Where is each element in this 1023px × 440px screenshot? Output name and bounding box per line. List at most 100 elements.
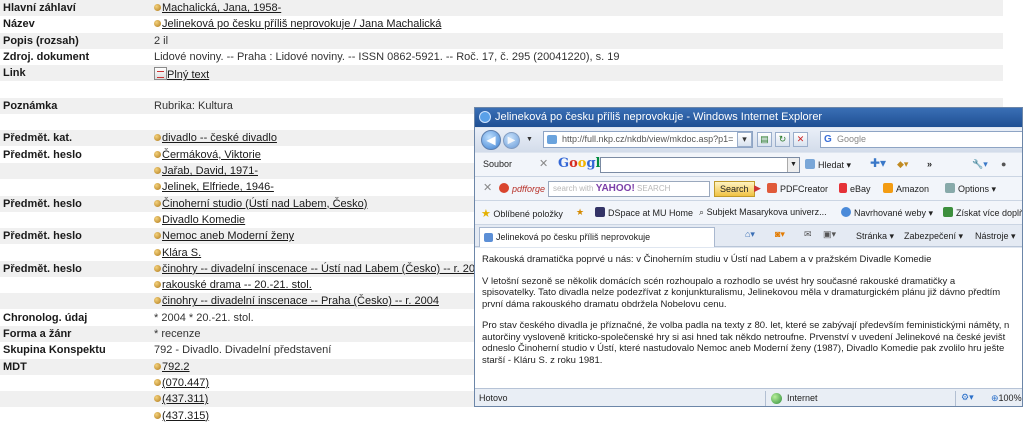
protected-mode-icon[interactable]: ⚙▾ bbox=[961, 392, 974, 403]
wrench-icon[interactable]: 🔧▾ bbox=[972, 159, 988, 170]
zoom-level[interactable]: ⊕100% bbox=[991, 393, 1022, 404]
field-label: Předmět. heslo bbox=[3, 197, 82, 210]
ebay-icon bbox=[839, 183, 847, 193]
refresh-icon[interactable]: ↻ bbox=[775, 132, 790, 147]
field-value: 792 - Divadlo. Divadelní představení bbox=[154, 344, 332, 357]
record-link[interactable]: činohry -- divadelní inscenace -- Ústí n… bbox=[162, 263, 487, 275]
field-value: 792.2 bbox=[154, 361, 190, 373]
record-link[interactable]: (070.447) bbox=[162, 377, 209, 389]
compatibility-icon[interactable]: ▤ bbox=[757, 132, 772, 147]
file-menu[interactable]: Soubor bbox=[483, 159, 512, 169]
record-link[interactable]: Machalická, Jana, 1958- bbox=[162, 2, 281, 14]
amazon-button[interactable]: Amazon bbox=[883, 183, 929, 194]
document-icon[interactable] bbox=[154, 67, 167, 81]
bullet-icon bbox=[154, 232, 161, 240]
favorites-button[interactable]: ★ Oblíbené položky bbox=[481, 207, 563, 220]
more-tools-button[interactable]: » bbox=[927, 159, 932, 169]
pdfforge-icon bbox=[499, 183, 509, 193]
favorite-link-suggested-sites[interactable]: Navrhované weby ▾ bbox=[841, 207, 933, 219]
favorite-link-subjekt[interactable]: ⌕ Subjekt Masarykova univerz... bbox=[699, 207, 827, 218]
field-value: (070.447) bbox=[154, 377, 209, 389]
bullet-icon bbox=[154, 150, 161, 158]
record-link[interactable]: Jařab, David, 1971- bbox=[162, 165, 258, 177]
record-link[interactable]: rakouské drama -- 20.-21. stol. bbox=[162, 279, 312, 291]
feeds-icon[interactable]: ◙▾ bbox=[775, 229, 785, 240]
record-link[interactable]: divadlo -- české divadlo bbox=[162, 132, 277, 144]
add-favorite-icon[interactable]: ★ bbox=[576, 207, 584, 218]
close-toolbar-icon[interactable]: ✕ bbox=[483, 181, 492, 194]
record-link[interactable]: Divadlo Komedie bbox=[162, 214, 245, 226]
field-value: Jelineková po česku příliš neprovokuje /… bbox=[154, 18, 441, 30]
bullet-icon bbox=[154, 362, 161, 370]
status-text: Hotovo bbox=[479, 393, 508, 403]
record-row: (437.315) bbox=[0, 408, 1003, 424]
favorite-link-addons[interactable]: Získat více doplň bbox=[943, 207, 1022, 218]
record-link[interactable]: 792.2 bbox=[162, 361, 190, 373]
article-heading: Rakouská dramatička poprvé u nás: v Čino… bbox=[482, 254, 932, 265]
record-link[interactable]: Čermáková, Viktorie bbox=[162, 149, 261, 161]
google-search-input[interactable]: ▼ bbox=[600, 157, 800, 173]
menu-page[interactable]: Stránka ▾ bbox=[856, 231, 894, 242]
field-label: Poznámka bbox=[3, 99, 58, 112]
search-icon: ⌕ bbox=[699, 207, 705, 217]
title-bar[interactable]: Jelineková po česku příliš neprovokuje -… bbox=[475, 108, 1022, 127]
record-link[interactable]: Činoherní studio (Ústí nad Labem, Česko) bbox=[162, 198, 367, 210]
favorite-link-dspace[interactable]: DSpace at MU Home bbox=[595, 207, 693, 218]
forward-arrow-icon[interactable]: ▶ bbox=[503, 132, 520, 149]
record-link[interactable]: Nemoc aneb Moderní ženy bbox=[162, 230, 294, 242]
record-link[interactable]: (437.315) bbox=[162, 410, 209, 422]
field-value: (437.315) bbox=[154, 410, 209, 422]
field-value: Nemoc aneb Moderní ženy bbox=[154, 230, 294, 242]
ebay-button[interactable]: eBay bbox=[839, 183, 871, 194]
back-arrow-icon[interactable]: ◀ bbox=[481, 130, 501, 150]
record-link[interactable]: Jelinek, Elfriede, 1946- bbox=[162, 181, 274, 193]
star-icon: ★ bbox=[481, 208, 491, 220]
page-content: Rakouská dramatička poprvé u nás: v Čino… bbox=[475, 248, 1022, 388]
tab-bar: Jelineková po česku příliš neprovokuje ⌂… bbox=[475, 225, 1022, 247]
globe-icon bbox=[841, 207, 851, 217]
field-value: Lidové noviny. -- Praha : Lidové noviny.… bbox=[154, 50, 620, 63]
field-value: Čermáková, Viktorie bbox=[154, 149, 261, 161]
chevron-down-icon[interactable]: ▼ bbox=[787, 158, 799, 172]
menu-security[interactable]: Zabezpečení ▾ bbox=[904, 231, 963, 242]
google-toolbar: Soubor ✕ Google ▼ Hledat ▾ ✚▾ ◆▾ » 🔧▾ ● bbox=[475, 153, 1022, 177]
stop-icon[interactable]: ✕ bbox=[793, 132, 808, 147]
yahoo-search-input[interactable]: search with YAHOO! SEARCH bbox=[548, 181, 710, 197]
article-paragraph: Pro stav českého divadla je příznačné, ž… bbox=[482, 320, 1010, 366]
record-link[interactable]: Klára S. bbox=[162, 247, 201, 259]
options-button[interactable]: Options ▾ bbox=[945, 183, 996, 195]
zoom-icon: ⊕ bbox=[991, 393, 999, 403]
bullet-icon bbox=[154, 281, 161, 289]
field-value: * 2004 * 20.-21. stol. bbox=[154, 311, 254, 324]
bookmark-icon[interactable]: ◆▾ bbox=[897, 159, 908, 170]
record-link[interactable]: (437.311) bbox=[162, 393, 208, 405]
address-dropdown-icon[interactable]: ▾ bbox=[737, 132, 752, 147]
settings-icon[interactable]: ● bbox=[1001, 159, 1006, 169]
plus-icon[interactable]: ✚▾ bbox=[870, 156, 886, 170]
record-row: Hlavní záhlaví Machalická, Jana, 1958- bbox=[0, 0, 1003, 16]
home-icon[interactable]: ⌂▾ bbox=[745, 229, 755, 240]
bullet-icon bbox=[154, 4, 161, 11]
history-dropdown-icon[interactable]: ▼ bbox=[526, 136, 533, 143]
find-button[interactable]: Hledat ▾ bbox=[805, 159, 851, 171]
field-label: Forma a žánr bbox=[3, 328, 72, 340]
field-label: Chronolog. údaj bbox=[3, 311, 88, 324]
address-input[interactable]: http://full.nkp.cz/nkdb/view/mkdoc.asp?p… bbox=[543, 131, 753, 148]
search-button[interactable]: Search bbox=[714, 181, 755, 197]
field-value: * recenze bbox=[154, 328, 201, 340]
pdfcreator-button[interactable]: PDFCreator bbox=[767, 183, 828, 194]
print-icon[interactable]: ▣▾ bbox=[823, 229, 836, 240]
record-link[interactable]: činohry -- divadelní inscenace -- Praha … bbox=[162, 295, 439, 307]
security-zone[interactable]: Internet bbox=[771, 393, 818, 404]
status-bar: Hotovo Internet ⚙▾ ⊕100% bbox=[475, 388, 1022, 406]
close-toolbar-icon[interactable]: ✕ bbox=[539, 157, 548, 170]
record-link[interactable]: Jelineková po česku příliš neprovokuje /… bbox=[162, 18, 441, 30]
fulltext-link[interactable]: Plný text bbox=[167, 69, 209, 81]
field-label: Předmět. kat. bbox=[3, 132, 73, 145]
menu-tools[interactable]: Nástroje ▾ bbox=[975, 231, 1016, 242]
favorites-bar: ★ Oblíbené položky ★ DSpace at MU Home ⌕… bbox=[475, 201, 1022, 225]
mail-icon[interactable]: ✉ bbox=[804, 229, 812, 240]
search-input[interactable]: Google bbox=[820, 131, 1022, 148]
field-value: rakouské drama -- 20.-21. stol. bbox=[154, 279, 312, 291]
tab-active[interactable]: Jelineková po česku příliš neprovokuje bbox=[479, 227, 715, 247]
